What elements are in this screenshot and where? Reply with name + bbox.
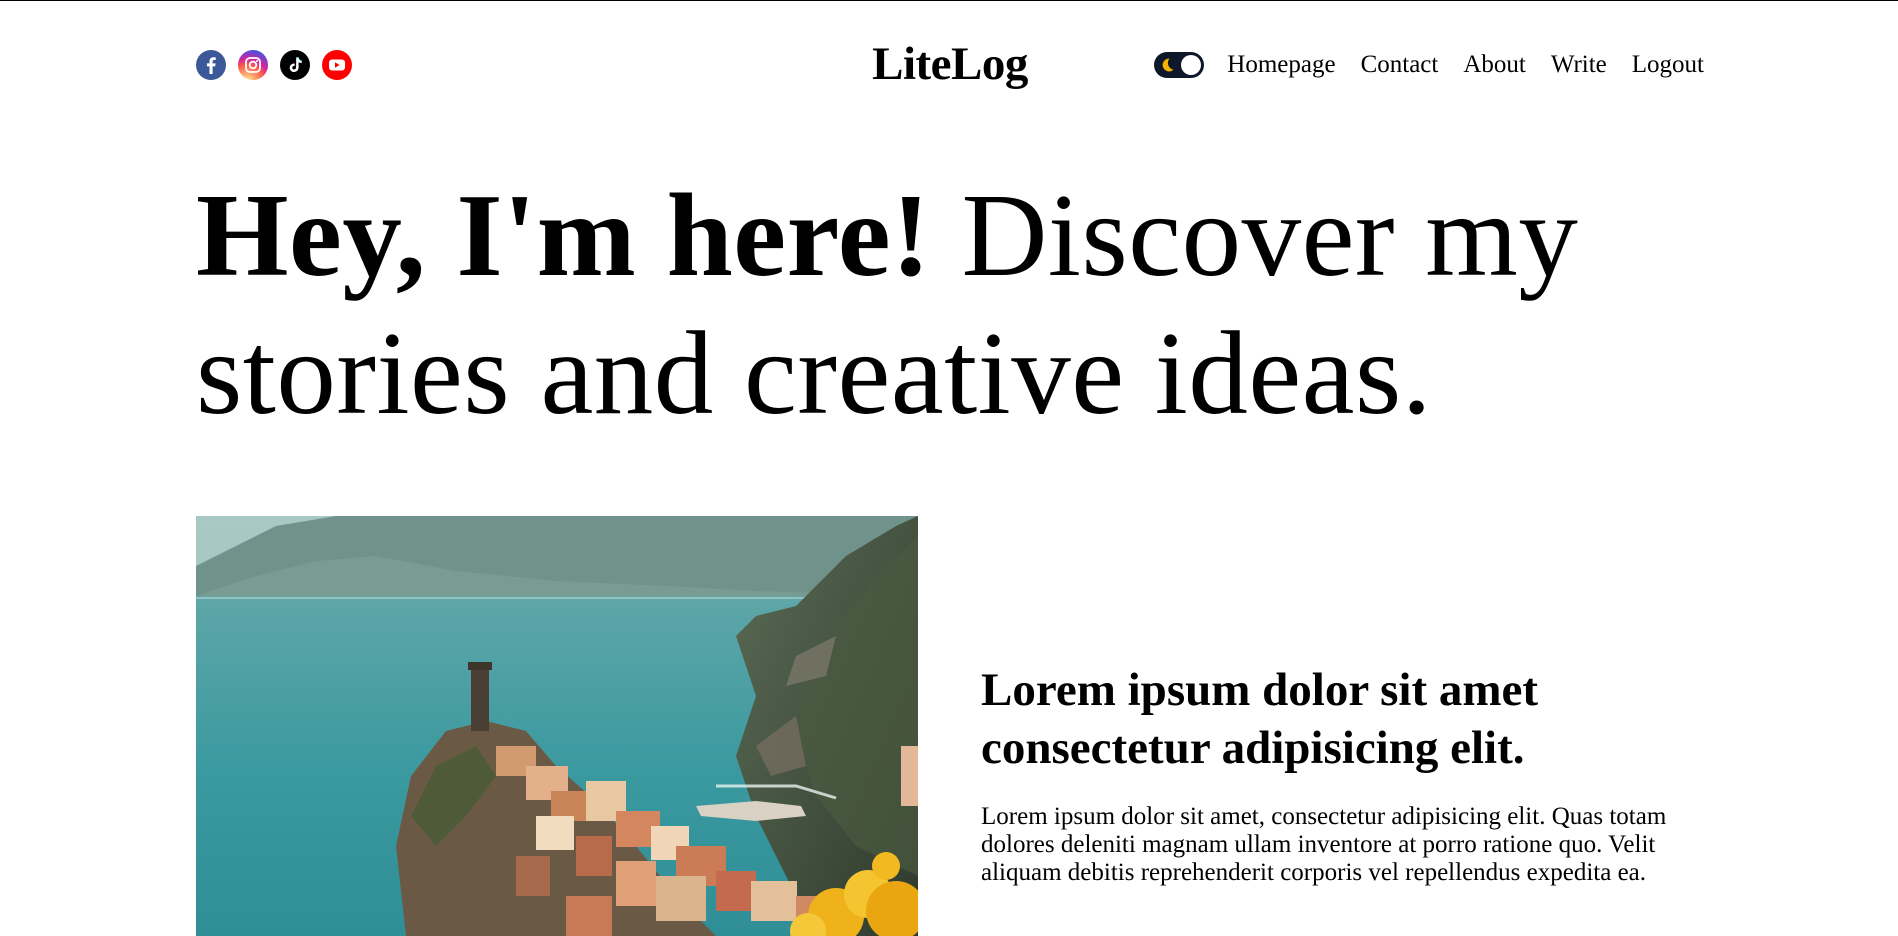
theme-toggle[interactable] [1154, 52, 1205, 78]
post-description: Lorem ipsum dolor sit amet, consectetur … [981, 803, 1667, 886]
hero-headline: Hey, I'm here! Discover my stories and c… [196, 166, 1706, 442]
featured-image[interactable] [196, 516, 918, 936]
youtube-icon[interactable] [322, 50, 352, 80]
nav-logout[interactable]: Logout [1632, 49, 1704, 81]
nav-about[interactable]: About [1463, 49, 1526, 81]
site-logo-text[interactable]: LiteLog [872, 38, 1028, 90]
post-title[interactable]: Lorem ipsum dolor sit amet consectetur a… [981, 661, 1681, 777]
facebook-icon[interactable] [196, 50, 226, 80]
toggle-knob [1181, 55, 1202, 75]
nav-contact[interactable]: Contact [1361, 49, 1439, 81]
moon-icon [1162, 58, 1174, 72]
coastal-village-photo [196, 516, 918, 936]
instagram-icon[interactable] [238, 50, 268, 80]
hero-bold: Hey, I'm here! [196, 169, 932, 301]
tiktok-icon[interactable] [280, 50, 310, 80]
nav-homepage[interactable]: Homepage [1227, 49, 1335, 81]
social-links [196, 50, 352, 80]
featured-post: Lorem ipsum dolor sit amet consectetur a… [196, 516, 1706, 936]
featured-text: Lorem ipsum dolor sit amet consectetur a… [981, 661, 1681, 887]
main-nav: Homepage Contact About Write Logout [1154, 49, 1704, 81]
navbar: LiteLog Homepage Contact About Write Log… [196, 1, 1704, 129]
nav-write[interactable]: Write [1551, 49, 1607, 81]
